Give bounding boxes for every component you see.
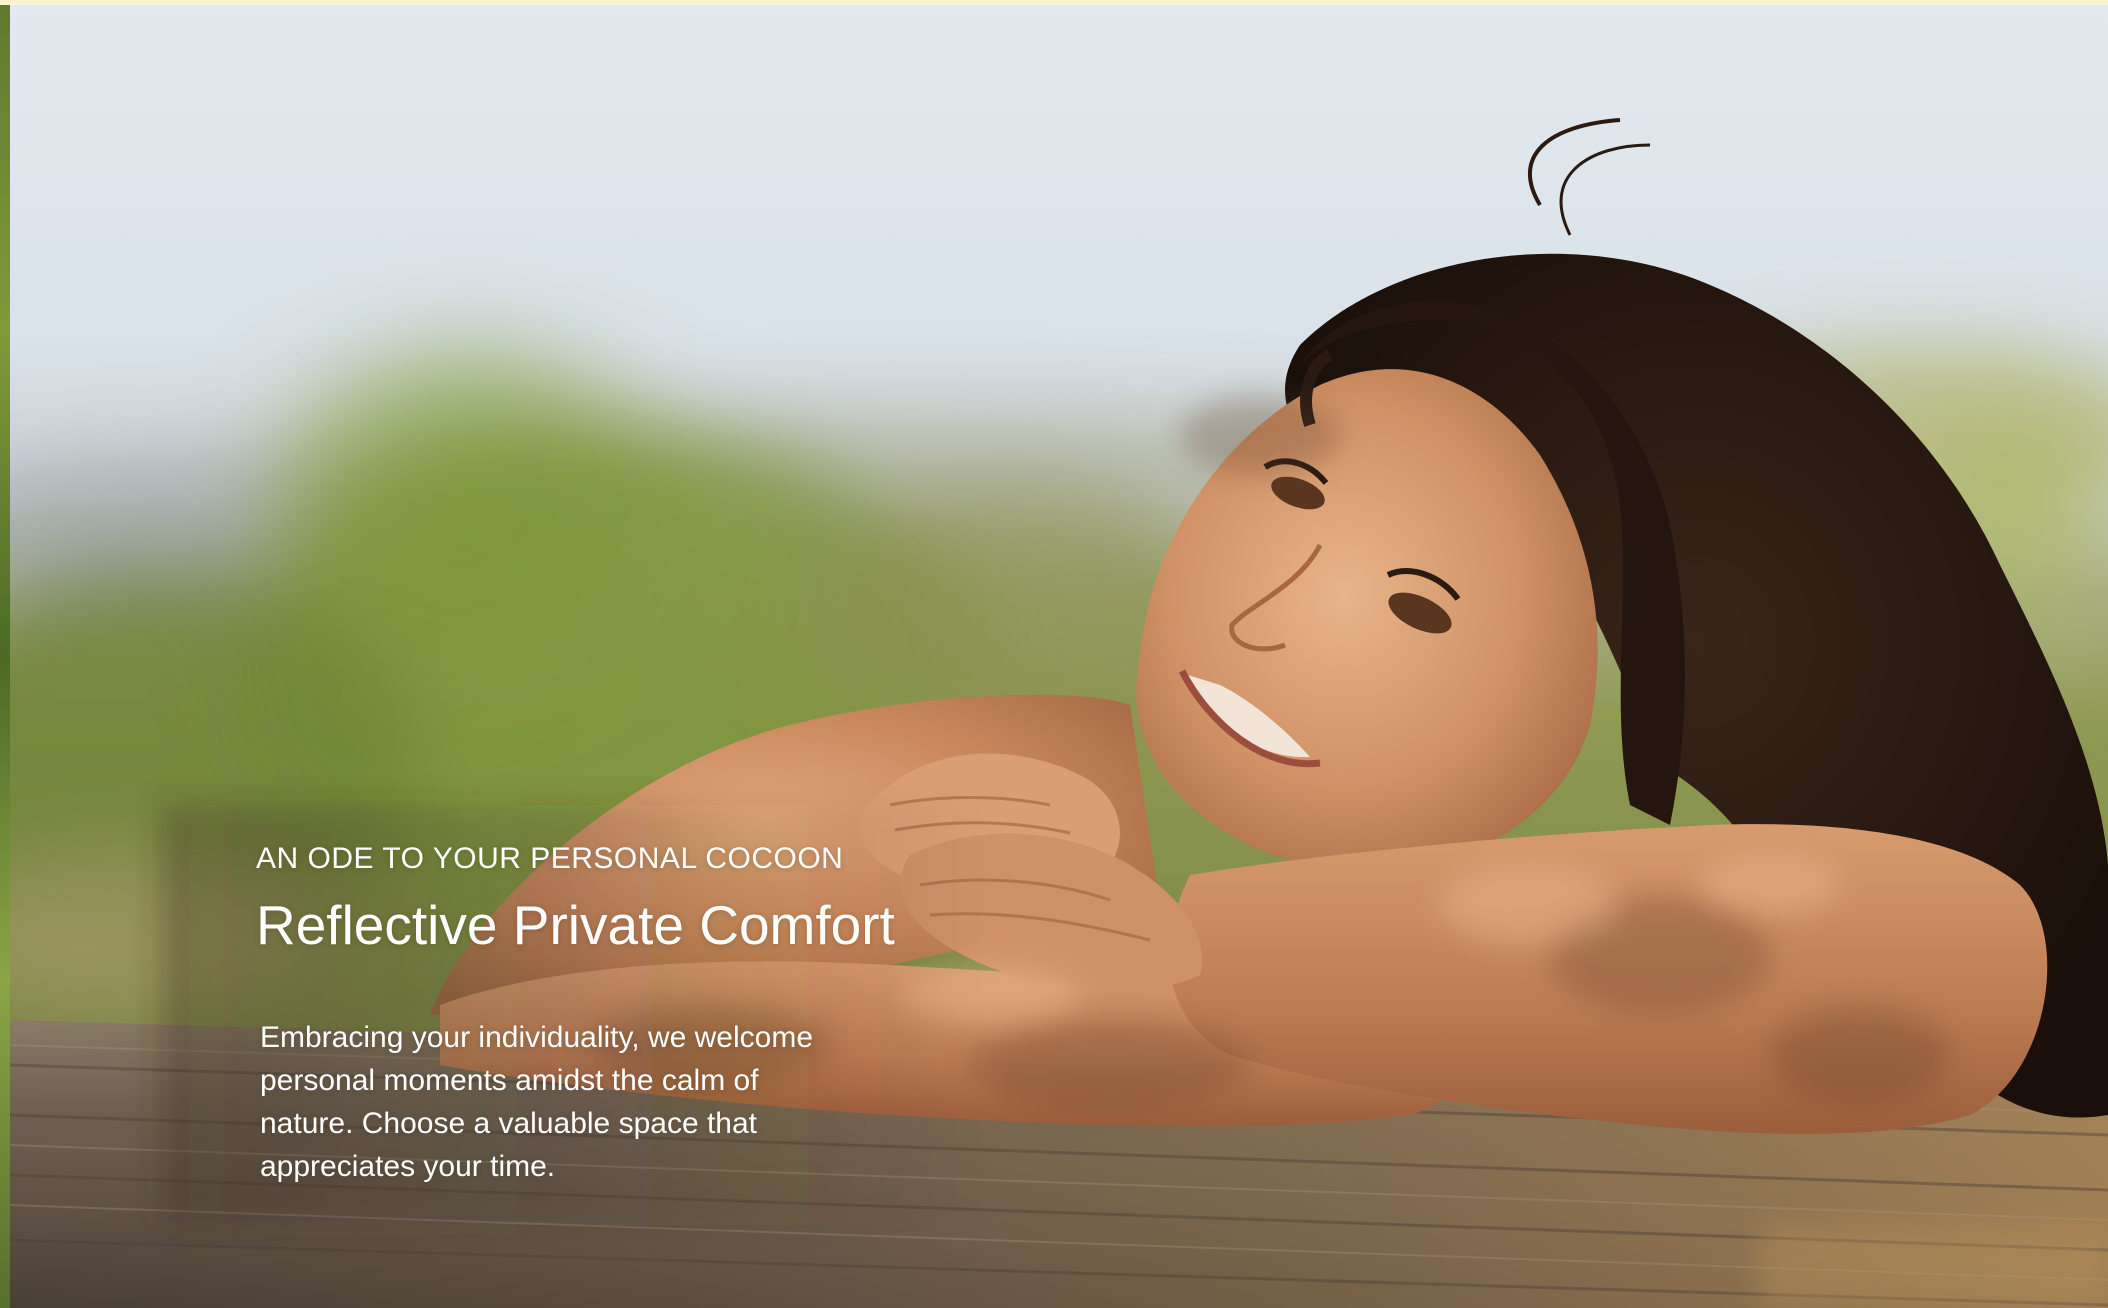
hero-copy: AN ODE TO YOUR PERSONAL COCOON Reflectiv… bbox=[256, 838, 976, 1188]
hero-body: Embracing your individuality, we welcome… bbox=[260, 1016, 900, 1188]
hero-headline: Reflective Private Comfort bbox=[256, 894, 895, 956]
hero-eyebrow: AN ODE TO YOUR PERSONAL COCOON bbox=[256, 842, 844, 875]
hero-section: AN ODE TO YOUR PERSONAL COCOON Reflectiv… bbox=[0, 0, 2108, 1308]
hero-body-line: Embracing your individuality, we welcome bbox=[260, 1021, 814, 1054]
hero-body-line: personal moments amidst the calm of bbox=[260, 1064, 759, 1097]
hero-body-line: appreciates your time. bbox=[260, 1150, 556, 1183]
left-edge-foliage bbox=[0, 5, 10, 1308]
hero-body-line: nature. Choose a valuable space that bbox=[260, 1107, 758, 1140]
